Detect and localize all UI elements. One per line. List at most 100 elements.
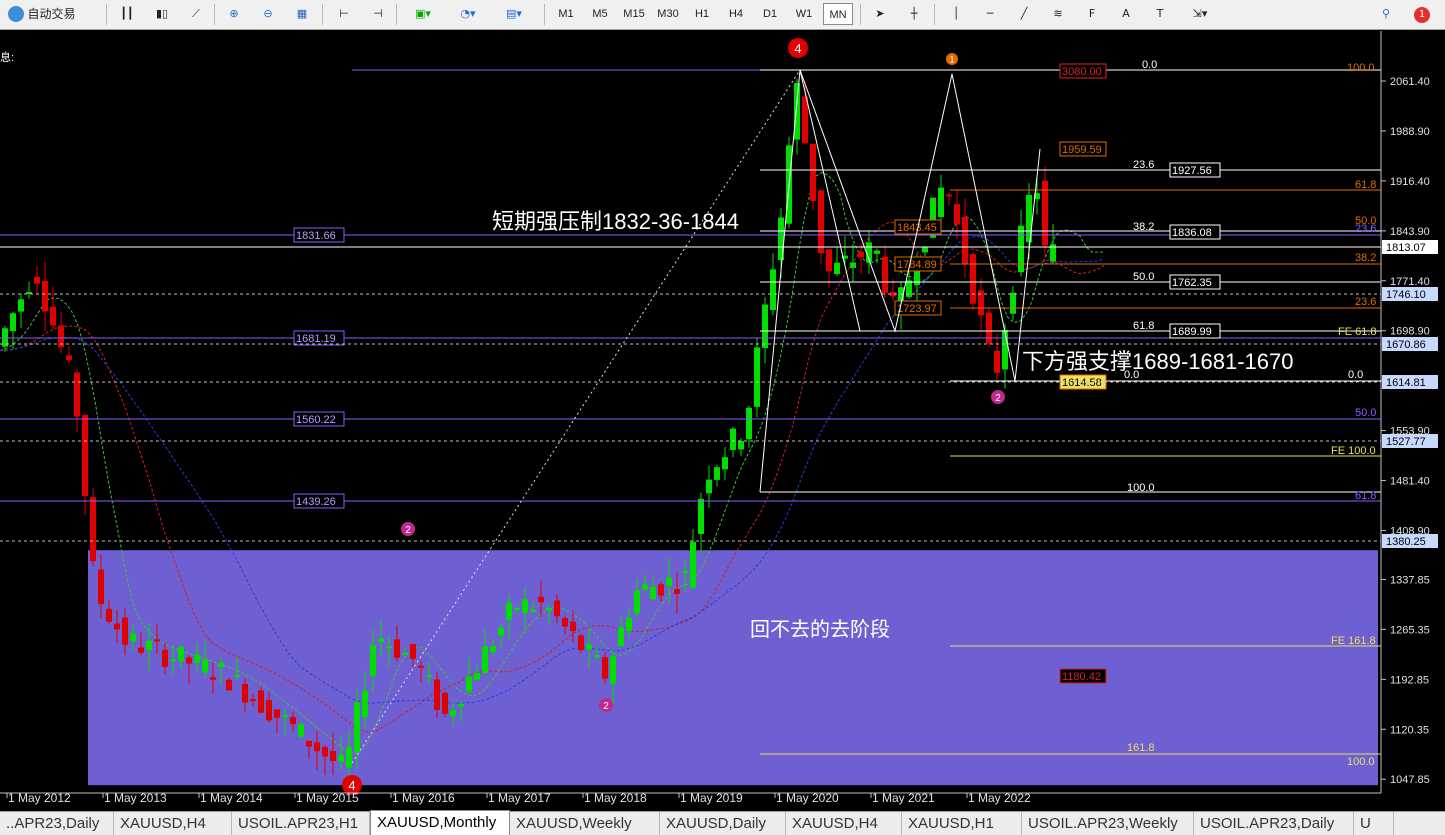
candle-body (394, 639, 400, 658)
vertical-line-icon[interactable]: │ (944, 3, 968, 25)
chart-tab[interactable]: ..APR23,Daily (0, 812, 114, 835)
timeframe-mn[interactable]: MN (823, 3, 853, 25)
auto-trading-label: 自动交易 (27, 7, 76, 21)
candle-body (634, 590, 640, 614)
candle-body (658, 584, 664, 596)
candle-body (538, 596, 544, 603)
candle-body (850, 262, 856, 268)
chart-shift-icon[interactable]: ⊢ (332, 3, 356, 25)
candle-body (618, 627, 624, 646)
text-icon[interactable]: A (1114, 3, 1138, 25)
fib-left-label: 100.0 (1127, 482, 1155, 494)
candle-body (530, 609, 536, 612)
candle-body (282, 715, 288, 718)
trendline-icon[interactable]: ╱ (1012, 3, 1036, 25)
chart-tab[interactable]: USOIL.APR23,H1 (232, 812, 370, 835)
fib-box-label: 1927.56 (1172, 165, 1212, 177)
candle-body (858, 251, 864, 258)
chart-tab[interactable]: USOIL.APR23,Daily (1194, 812, 1354, 835)
candle-body (138, 647, 144, 653)
text-label-icon[interactable]: T (1148, 3, 1172, 25)
time-tick-label: 1 May 2013 (104, 791, 167, 805)
time-tick-label: 1 May 2018 (584, 791, 647, 805)
fib-left-label: 0.0 (1142, 59, 1157, 71)
timeframe-m30[interactable]: M30 (653, 3, 683, 25)
equidistant-channel-icon[interactable]: ≋ (1046, 3, 1070, 25)
fib-right-label: 23.6 (1355, 296, 1376, 308)
arrows-icon[interactable]: ⇲▾ (1182, 3, 1218, 25)
price-tick-label: 1120.35 (1390, 724, 1429, 736)
candle-body (74, 372, 80, 417)
candle-body (666, 577, 672, 586)
indicators-icon[interactable]: ▣▾ (406, 3, 440, 25)
timeframe-m15[interactable]: M15 (619, 3, 649, 25)
chart-tab[interactable]: XAUUSD,H1 (902, 812, 1022, 835)
auto-trading-button[interactable]: 自动交易 (4, 3, 100, 25)
chart-tab[interactable]: XAUUSD,Daily (660, 812, 786, 835)
candle-body (170, 659, 176, 662)
candle-body (642, 584, 648, 590)
zoom-out-icon[interactable]: ⊖ (256, 3, 280, 25)
candlestick-icon[interactable]: ▮▯ (150, 3, 174, 25)
candle-body (290, 717, 296, 725)
timeframe-h1[interactable]: H1 (687, 3, 717, 25)
toolbar-separator (214, 4, 215, 25)
time-tick-label: 1 May 2017 (488, 791, 551, 805)
price-tick-label: 1988.90 (1390, 126, 1430, 138)
chart-tabs: ..APR23,Daily XAUUSD,H4 USOIL.APR23,H1 XAUU… (0, 810, 1445, 835)
candle-body (354, 702, 360, 752)
candle-body (610, 656, 616, 684)
timeframe-m5[interactable]: M5 (585, 3, 615, 25)
candle-body (346, 746, 352, 768)
periods-icon[interactable]: ◔▾ (450, 3, 486, 25)
candle-body (442, 692, 448, 714)
candle-body (626, 617, 632, 632)
chart-tab[interactable]: U (1354, 812, 1394, 835)
orange-box-label: 1784.89 (897, 259, 937, 271)
search-icon[interactable]: ⚲ (1374, 3, 1398, 25)
tile-windows-icon[interactable]: ▦ (290, 3, 314, 25)
resistance-annotation: 短期强压制1832-36-1844 (492, 209, 739, 234)
candle-body (778, 217, 784, 261)
line-chart-icon[interactable]: ⟋ (184, 3, 208, 25)
candle-body (834, 262, 840, 275)
wave-label: 1 (949, 54, 954, 64)
timeframe-m1[interactable]: M1 (551, 3, 581, 25)
fib-left-label: 38.2 (1133, 221, 1154, 233)
chart-tab[interactable]: XAUUSD,H4 (114, 812, 232, 835)
fib-right-label: 23.6 (1355, 223, 1376, 235)
toolbar-separator (396, 4, 397, 25)
candle-body (410, 644, 416, 659)
notifications-button[interactable]: 1 (1410, 3, 1434, 25)
chart-tab[interactable]: XAUUSD,Weekly (510, 812, 660, 835)
horizontal-line-icon[interactable]: ─ (978, 3, 1002, 25)
zoom-in-icon[interactable]: ⊕ (222, 3, 246, 25)
candle-body (250, 699, 256, 702)
fib-left-label: 61.8 (1133, 320, 1154, 332)
cursor-icon[interactable]: ➤ (868, 3, 892, 25)
candle-body (474, 672, 480, 680)
candle-body (386, 646, 392, 649)
templates-icon[interactable]: ▤▾ (496, 3, 532, 25)
candle-body (314, 742, 320, 752)
candle-body (298, 723, 304, 737)
candle-body (98, 569, 104, 605)
toolbar-separator (106, 4, 107, 25)
autoscroll-icon[interactable]: ⊣ (366, 3, 390, 25)
fibonacci-icon[interactable]: F (1080, 3, 1104, 25)
price-tick-label: 1481.40 (1390, 476, 1430, 488)
chart-tab[interactable]: USOIL.APR23,Weekly (1022, 812, 1194, 835)
candle-body (682, 571, 688, 574)
candle-body (338, 754, 344, 762)
crosshair-icon[interactable]: ┼ (902, 3, 926, 25)
candle-body (650, 587, 656, 600)
timeframe-d1[interactable]: D1 (755, 3, 785, 25)
price-chart[interactable]: 1831.66 1681.19 1560.22 1439.26 0.0 23.6 38.2 5… (0, 31, 1445, 811)
timeframe-h4[interactable]: H4 (721, 3, 751, 25)
timeframe-w1[interactable]: W1 (789, 3, 819, 25)
chart-tab[interactable]: XAUUSD,Monthly (370, 810, 510, 835)
bar-chart-icon[interactable]: ┃┃ (115, 3, 139, 25)
candle-body (482, 646, 488, 674)
chart-tab[interactable]: XAUUSD,H4 (786, 812, 902, 835)
candle-body (466, 676, 472, 692)
